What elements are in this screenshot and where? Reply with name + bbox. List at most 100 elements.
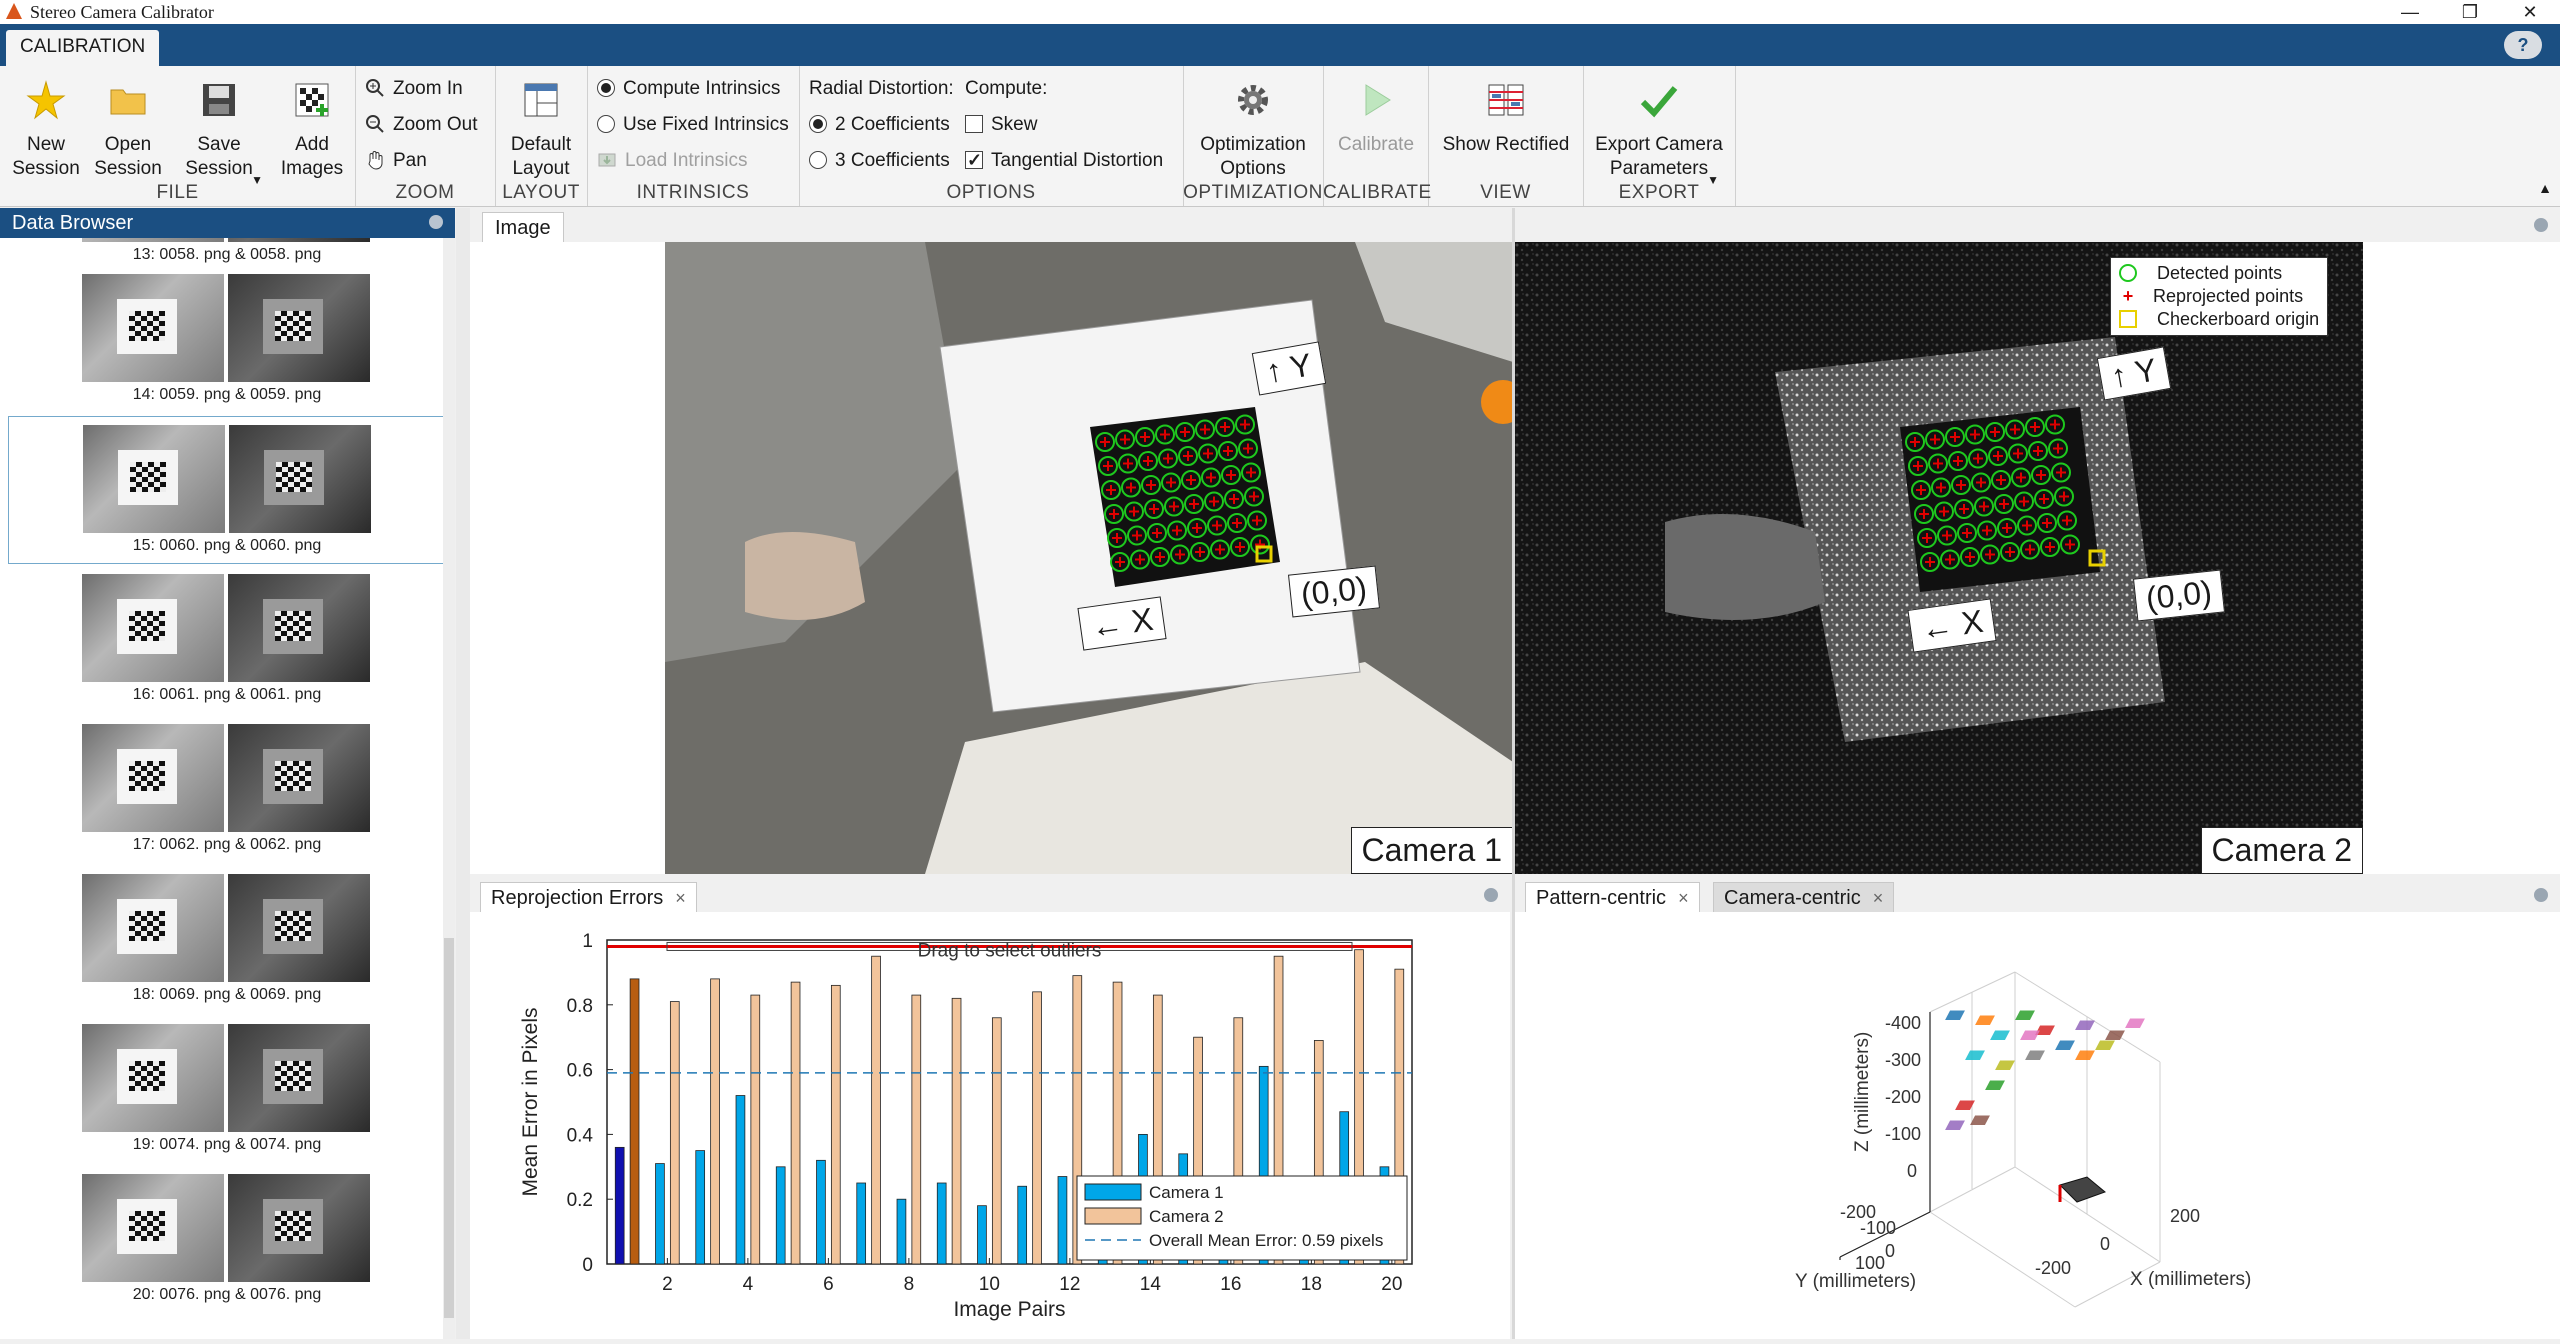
image-pair-item[interactable]: 16: 0061. png & 0061. png — [8, 566, 446, 714]
tab-calibration[interactable]: CALIBRATION — [6, 30, 160, 66]
checkerboard-thumb — [263, 1199, 323, 1254]
pan-button[interactable]: Pan — [365, 148, 427, 174]
camera1-bar[interactable] — [1017, 1185, 1028, 1265]
close-tab-icon[interactable]: × — [675, 888, 686, 908]
data-browser-header: Data Browser — [0, 208, 455, 238]
camera2-bar[interactable] — [750, 994, 761, 1265]
camera1-bar[interactable] — [695, 1150, 706, 1265]
compute-intrinsics-radio[interactable]: Compute Intrinsics — [597, 76, 780, 102]
use-fixed-intrinsics-radio[interactable]: Use Fixed Intrinsics — [597, 112, 789, 138]
camera1-image[interactable]: ↑ Y ← X (0,0) Camera 1 — [665, 242, 1513, 874]
tab-image[interactable]: Image — [482, 212, 564, 243]
view-group: Show Rectified VIEW — [1428, 66, 1584, 206]
show-rectified-button[interactable]: Show Rectified — [1436, 80, 1576, 157]
image-pair-item[interactable]: 19: 0074. png & 0074. png — [8, 1016, 446, 1164]
pattern-pose-marker: ▰ — [1965, 1038, 1985, 1068]
y-tick-label: 0 — [582, 1255, 593, 1276]
zoom-out-button[interactable]: Zoom Out — [365, 112, 477, 138]
camera1-bar[interactable] — [735, 1095, 746, 1265]
camera2-bar[interactable] — [871, 955, 881, 1265]
tab-pattern-centric[interactable]: Pattern-centric × — [1525, 882, 1700, 913]
panel-options-icon[interactable] — [429, 215, 443, 229]
camera1-thumbnail — [82, 874, 224, 982]
camera2-bar[interactable] — [710, 978, 720, 1265]
camera1-bar[interactable] — [936, 1182, 947, 1265]
image-pair-item[interactable]: 14: 0059. png & 0059. png — [8, 266, 446, 414]
camera1-bar[interactable] — [655, 1163, 665, 1265]
collapse-toolstrip-icon[interactable]: ▲ — [2538, 180, 2552, 196]
x-axis-label: Image Pairs — [953, 1298, 1065, 1321]
extrinsics-3d-plot[interactable]: -400 -300 -200 -100 0 -200 -100 0 100 -2… — [1515, 912, 2560, 1339]
image-pair-item[interactable]: 20: 0076. png & 0076. png — [8, 1166, 446, 1314]
legend-entry: Overall Mean Error: 0.59 pixels — [1149, 1231, 1383, 1250]
image-pair-caption: 18: 0069. png & 0069. png — [132, 986, 322, 1003]
pattern-pose-marker: ▰ — [1990, 1018, 2010, 1048]
minimize-icon[interactable]: — — [2380, 0, 2440, 24]
camera2-bar[interactable] — [1032, 991, 1042, 1265]
y-tick-label: 0.8 — [567, 996, 593, 1017]
zoom-in-button[interactable]: Zoom In — [365, 76, 463, 102]
camera2-image[interactable]: Detected points + Reprojected points Chec… — [1515, 242, 2363, 874]
open-session-button[interactable]: Open Session — [88, 80, 168, 181]
scrollbar-thumb[interactable] — [444, 938, 454, 1318]
panel-options-icon[interactable] — [2534, 888, 2548, 902]
tab-camera-centric[interactable]: Camera-centric × — [1713, 882, 1895, 913]
data-browser-scrollbar[interactable] — [443, 238, 455, 1339]
tangential-distortion-checkbox[interactable]: Tangential Distortion — [965, 147, 1163, 174]
camera1-bar[interactable] — [775, 1166, 786, 1265]
close-tab-icon[interactable]: × — [1678, 888, 1689, 908]
extrinsics-plot-area[interactable]: -400 -300 -200 -100 0 -200 -100 0 100 -2… — [1515, 912, 2560, 1339]
checkerboard-thumb — [117, 599, 177, 654]
tab-reprojection-errors[interactable]: Reprojection Errors × — [480, 882, 697, 913]
x-tick-label: 8 — [904, 1274, 915, 1295]
panel-options-icon[interactable] — [2534, 218, 2548, 232]
close-tab-icon[interactable]: × — [1873, 888, 1884, 908]
close-icon[interactable]: ✕ — [2500, 0, 2560, 24]
camera2-bar[interactable] — [951, 997, 962, 1265]
camera1-bar[interactable] — [614, 1146, 625, 1265]
y-tick-label: 0.4 — [567, 1125, 594, 1146]
x-tick-label: 18 — [1301, 1274, 1322, 1295]
camera2-bar[interactable] — [669, 1001, 680, 1265]
add-images-icon — [295, 83, 329, 117]
help-button[interactable]: ? — [2504, 31, 2542, 59]
reprojection-chart-area[interactable]: Drag to select outliers 0 0.2 0.4 0.6 0.8 1 2 4 6… — [470, 912, 1510, 1339]
camera2-bar[interactable] — [790, 981, 801, 1265]
compute-title: Compute: — [965, 78, 1048, 99]
add-images-button[interactable]: Add Images — [272, 80, 352, 181]
x-tick-label: 16 — [1220, 1274, 1241, 1295]
camera1-bar[interactable] — [856, 1182, 867, 1265]
calibrate-button[interactable]: Calibrate — [1331, 80, 1421, 157]
default-layout-button[interactable]: Default Layout — [501, 80, 581, 181]
z-axis-label: Z (millimeters) — [1852, 1032, 1873, 1152]
load-intrinsics-button[interactable]: Load Intrinsics — [597, 148, 748, 174]
x-tick-label: 6 — [823, 1274, 834, 1295]
camera1-thumbnail — [82, 1024, 224, 1132]
camera1-bar[interactable] — [816, 1159, 826, 1265]
reprojection-bar-chart[interactable]: Drag to select outliers00.20.40.60.812 4 6… — [470, 912, 1510, 1339]
image-pair-item[interactable]: 17: 0062. png & 0062. png — [8, 716, 446, 864]
panel-options-icon[interactable] — [1484, 888, 1498, 902]
two-coefficients-radio[interactable]: 2 Coefficients — [809, 112, 950, 138]
camera2-bar[interactable] — [911, 994, 922, 1265]
camera2-bar[interactable] — [830, 984, 841, 1265]
camera1-bar[interactable] — [977, 1205, 987, 1265]
svg-text:0: 0 — [2100, 1234, 2110, 1254]
optimization-options-button[interactable]: Optimization Options — [1193, 80, 1313, 181]
data-browser[interactable]: 13: 0058. png & 0058. png 14: 0059. png &… — [0, 238, 455, 1339]
save-session-button[interactable]: Save Session ▼ — [175, 80, 263, 187]
image-pair-item[interactable]: 18: 0069. png & 0069. png — [8, 866, 446, 1014]
chart-title: Drag to select outliers — [918, 940, 1102, 961]
restore-icon[interactable]: ❐ — [2440, 0, 2500, 24]
export-camera-parameters-button[interactable]: Export Camera Parameters ▼ — [1591, 80, 1727, 187]
camera1-bar[interactable] — [1057, 1176, 1068, 1265]
skew-checkbox[interactable]: Skew — [965, 112, 1037, 138]
checkerboard-thumb — [263, 749, 323, 804]
camera2-bar[interactable] — [991, 1017, 1002, 1265]
camera1-bar[interactable] — [896, 1198, 907, 1265]
image-pair-item[interactable]: 15: 0060. png & 0060. png — [8, 416, 446, 564]
new-session-button[interactable]: New Session — [6, 80, 86, 181]
camera2-bar[interactable] — [629, 978, 640, 1265]
left-splitter[interactable] — [456, 208, 470, 1339]
three-coefficients-radio[interactable]: 3 Coefficients — [809, 148, 950, 174]
